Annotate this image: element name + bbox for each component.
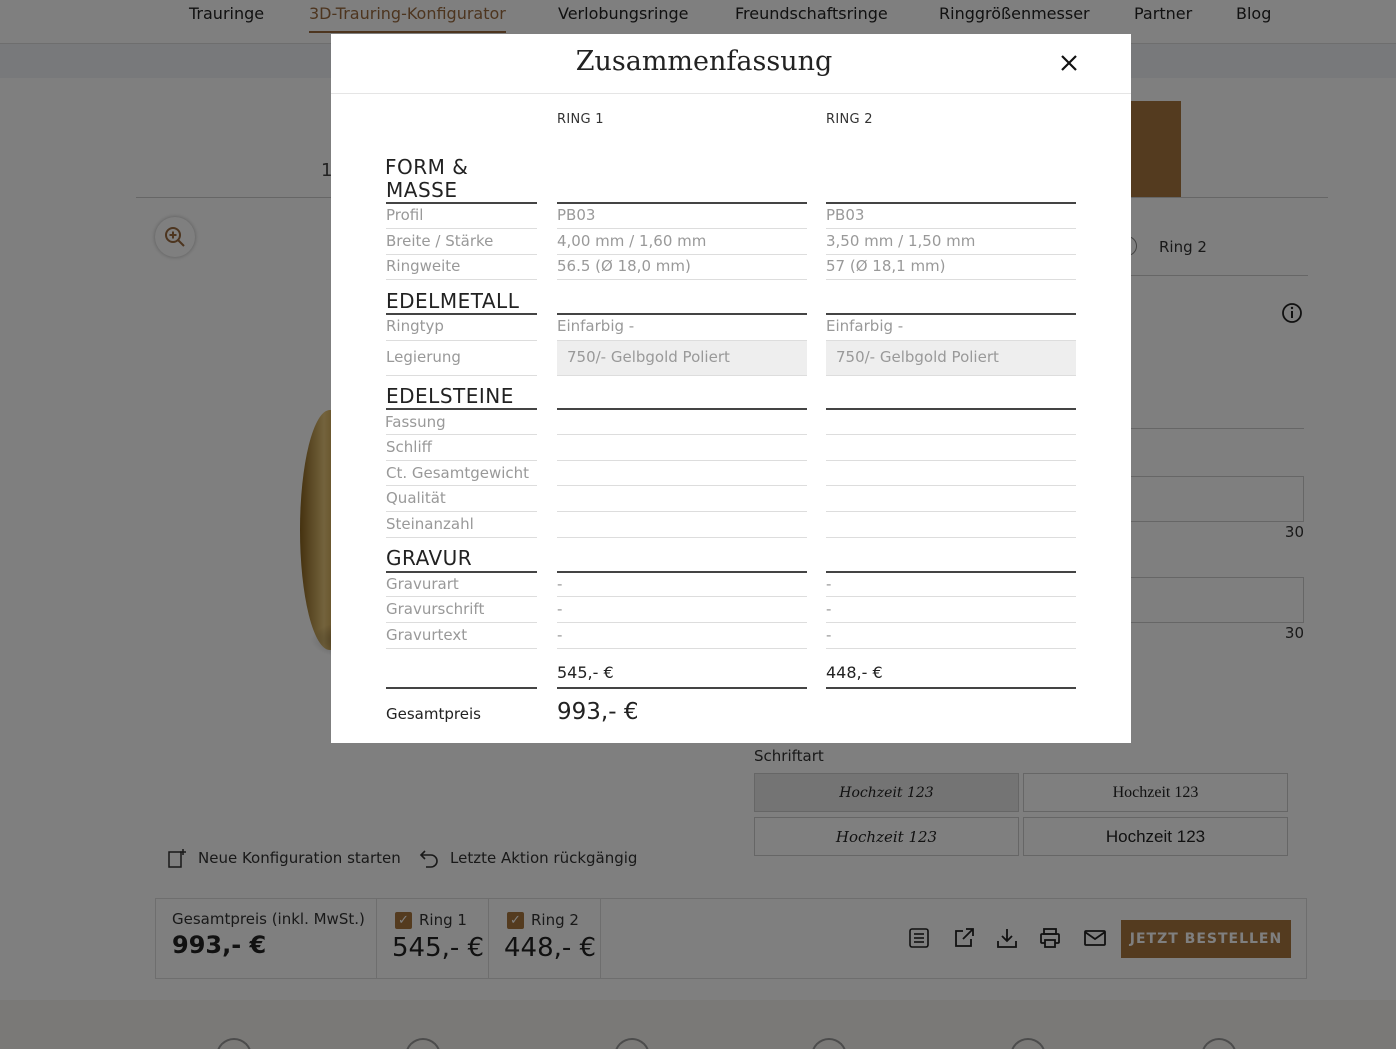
ring2-legierung: 750/- Gelbgold Poliert [826, 341, 1076, 376]
row-label-gravurtext: Gravurtext [386, 626, 468, 644]
row-label-qualitaet: Qualität [386, 489, 446, 507]
section-title-engraving: GRAVUR [386, 546, 473, 570]
section-divider [826, 408, 1076, 410]
row-divider [386, 340, 537, 341]
section-divider [826, 202, 1076, 204]
row-label-profil: Profil [386, 206, 424, 224]
row-divider [826, 596, 1076, 597]
ring2-breite: 3,50 mm / 1,50 mm [826, 232, 976, 250]
row-label-fassung: Fassung [385, 413, 446, 431]
modal-total-label: Gesamtpreis [386, 705, 481, 723]
section-divider [386, 202, 537, 204]
section-divider [557, 408, 807, 410]
row-divider [826, 485, 1076, 486]
ring1-profil: PB03 [557, 206, 596, 224]
row-divider [826, 254, 1076, 255]
ring2-ringweite: 57 (Ø 18,1 mm) [826, 257, 946, 275]
row-divider [826, 511, 1076, 512]
ring2-gravurtext: - [826, 626, 832, 644]
section-divider [386, 408, 537, 410]
row-divider [557, 460, 807, 461]
row-label-steinanzahl: Steinanzahl [386, 515, 474, 533]
section-divider [557, 313, 807, 315]
row-divider [557, 485, 807, 486]
section-divider [386, 313, 537, 315]
row-divider [386, 375, 537, 376]
section-title-stones: EDELSTEINE [386, 384, 514, 408]
row-divider [386, 511, 537, 512]
modal-ring1-price: 545,- € [557, 663, 614, 682]
section-divider [386, 687, 537, 689]
row-divider [826, 648, 1076, 649]
row-divider [386, 254, 537, 255]
row-divider [557, 596, 807, 597]
section-divider [826, 687, 1076, 689]
row-divider [826, 537, 1076, 538]
row-divider [386, 622, 537, 623]
row-divider [386, 537, 537, 538]
ring2-profil: PB03 [826, 206, 865, 224]
section-title-form: FORM & [385, 155, 469, 179]
ring1-breite: 4,00 mm / 1,60 mm [557, 232, 707, 250]
row-divider [557, 228, 807, 229]
row-divider [557, 622, 807, 623]
row-divider [557, 279, 807, 280]
ring2-ringtyp: Einfarbig - [826, 317, 904, 335]
section-divider [826, 571, 1076, 573]
ring2-gravurschrift: - [826, 600, 832, 618]
ring1-ringweite: 56.5 (Ø 18,0 mm) [557, 257, 691, 275]
row-divider [386, 279, 537, 280]
row-divider [386, 460, 537, 461]
section-divider [557, 687, 807, 689]
section-title-metal: EDELMETALL [386, 289, 520, 313]
row-divider [557, 648, 807, 649]
row-divider [386, 434, 537, 435]
section-divider [826, 313, 1076, 315]
section-divider [557, 571, 807, 573]
modal-title: Zusammenfassung [575, 46, 833, 77]
row-label-gravurschrift: Gravurschrift [386, 600, 485, 618]
ring1-ringtyp: Einfarbig - [557, 317, 635, 335]
ring1-legierung: 750/- Gelbgold Poliert [557, 341, 807, 376]
section-title-form-2: MASSE [386, 178, 458, 202]
row-divider [386, 228, 537, 229]
row-divider [826, 228, 1076, 229]
modal-total-value: 993,- € [557, 699, 639, 725]
row-divider [386, 485, 537, 486]
row-divider [557, 511, 807, 512]
row-divider [826, 622, 1076, 623]
ring2-gravurart: - [826, 575, 832, 593]
column-header-ring1: RING 1 [557, 112, 604, 127]
row-label-ringtyp: Ringtyp [386, 317, 444, 335]
row-label-legierung: Legierung [386, 348, 461, 366]
row-label-breite: Breite / Stärke [386, 232, 494, 250]
row-divider [826, 460, 1076, 461]
row-divider [557, 434, 807, 435]
column-header-ring2: RING 2 [826, 112, 873, 127]
row-label-schliff: Schliff [386, 438, 432, 456]
row-divider [386, 596, 537, 597]
row-divider [386, 648, 537, 649]
row-divider [557, 537, 807, 538]
row-divider [826, 434, 1076, 435]
summary-modal: Zusammenfassung RING 1 RING 2 FORM & MAS… [331, 34, 1131, 743]
modal-header: Zusammenfassung [331, 34, 1131, 94]
row-divider [557, 254, 807, 255]
row-label-gravurart: Gravurart [386, 575, 459, 593]
ring1-gravurtext: - [557, 626, 563, 644]
section-divider [557, 202, 807, 204]
section-divider [386, 571, 537, 573]
ring1-gravurart: - [557, 575, 563, 593]
row-label-ringweite: Ringweite [386, 257, 461, 275]
modal-ring2-price: 448,- € [826, 663, 883, 682]
row-divider [826, 279, 1076, 280]
close-icon[interactable] [1057, 51, 1081, 75]
row-label-gewicht: Ct. Gesamtgewicht [386, 464, 530, 482]
ring1-gravurschrift: - [557, 600, 563, 618]
